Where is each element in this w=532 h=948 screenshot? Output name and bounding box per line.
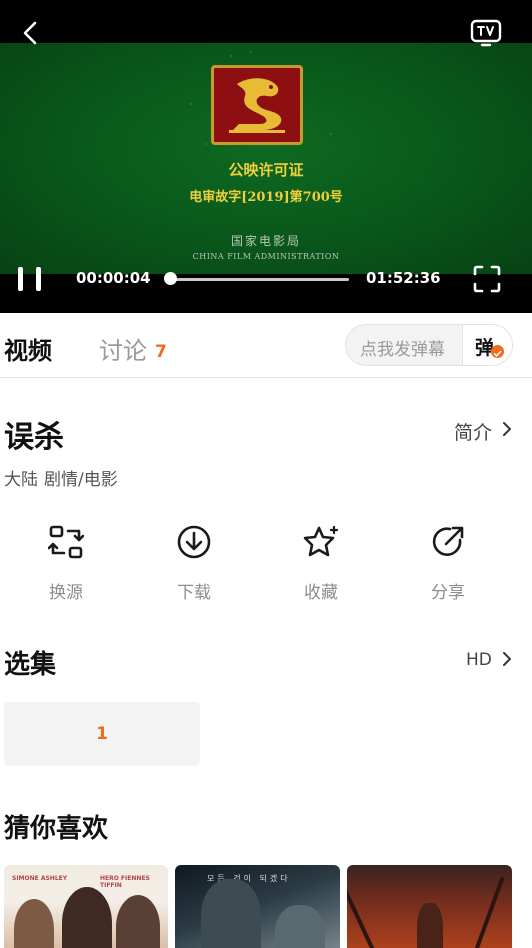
movie-genre: 剧情/电影 — [44, 470, 118, 490]
share-icon — [432, 526, 464, 556]
film-bureau-name: 国家电影局 — [230, 234, 301, 248]
recommend-poster-3[interactable] — [347, 865, 512, 948]
movie-title: 误杀 — [4, 420, 64, 455]
danmu-input[interactable]: 点我发弹幕 — [360, 335, 445, 360]
content-tabs: 视频 讨论 7 点我发弹幕 弹 — [0, 313, 532, 378]
share-button[interactable]: 分享 — [408, 520, 488, 608]
switch-source-button[interactable]: 换源 — [26, 520, 106, 608]
movie-region: 大陆 — [4, 470, 38, 490]
recommend-poster-2[interactable]: 모든 것이 되겠다 — [175, 865, 340, 948]
back-button[interactable] — [18, 20, 44, 46]
favorite-star-icon — [303, 525, 339, 557]
fullscreen-button[interactable] — [472, 264, 502, 294]
favorite-label: 收藏 — [304, 583, 338, 603]
favorite-button[interactable]: 收藏 — [281, 520, 361, 608]
switch-source-icon — [48, 525, 84, 559]
share-label: 分享 — [431, 583, 465, 603]
switch-source-label: 换源 — [49, 583, 83, 603]
fullscreen-icon — [473, 265, 501, 293]
episodes-title: 选集 — [4, 650, 57, 680]
chevron-right-icon[interactable] — [498, 650, 516, 668]
tv-cast-icon — [470, 19, 502, 47]
pause-icon — [18, 267, 23, 291]
danmu-input-box: 点我发弹幕 弹 — [345, 324, 513, 366]
film-bureau-name-en: CHINA FILM ADMINISTRATION — [192, 252, 340, 261]
download-icon — [177, 525, 211, 559]
tab-video[interactable]: 视频 — [4, 331, 52, 366]
chevron-right-icon[interactable] — [498, 420, 516, 438]
poster-credit: SIMONE ASHLEY — [12, 875, 68, 882]
quality-selector[interactable]: HD — [466, 650, 492, 670]
discuss-count-badge: 7 — [155, 342, 167, 362]
danmu-toggle-button[interactable]: 弹 — [462, 325, 512, 365]
download-label: 下载 — [177, 583, 211, 603]
chevron-left-icon — [23, 21, 37, 45]
total-time: 01:52:36 — [366, 269, 441, 287]
movie-meta: 大陆 剧情/电影 — [4, 465, 124, 490]
episode-button[interactable]: 1 — [4, 702, 200, 766]
recommend-title: 猜你喜欢 — [4, 814, 109, 844]
current-time: 00:00:04 — [76, 269, 151, 287]
check-icon — [491, 345, 504, 358]
tab-discuss[interactable]: 讨论 — [99, 331, 147, 366]
cast-to-tv-button[interactable] — [470, 19, 502, 47]
download-button[interactable]: 下载 — [154, 520, 234, 608]
video-frame: 公映许可证 电审故字[2019]第700号 国家电影局 CHINA FILM A… — [0, 43, 532, 274]
progress-bar[interactable] — [170, 278, 349, 281]
film-bureau-dragon-logo — [211, 65, 303, 145]
video-player[interactable]: 公映许可证 电审故字[2019]第700号 国家电影局 CHINA FILM A… — [0, 0, 532, 313]
certificate-number: 电审故字[2019]第700号 — [189, 190, 343, 205]
action-bar: 换源 下载 收藏 分享 — [0, 520, 532, 610]
intro-link[interactable]: 简介 — [454, 418, 492, 445]
poster-credit: HERO FIENNES TIFFIN — [100, 875, 150, 889]
progress-knob[interactable] — [164, 272, 178, 285]
certificate-title: 公映许可证 — [228, 161, 304, 179]
recommend-poster-1[interactable]: SIMONE ASHLEY HERO FIENNES TIFFIN — [4, 865, 168, 948]
pause-button[interactable] — [16, 265, 46, 293]
